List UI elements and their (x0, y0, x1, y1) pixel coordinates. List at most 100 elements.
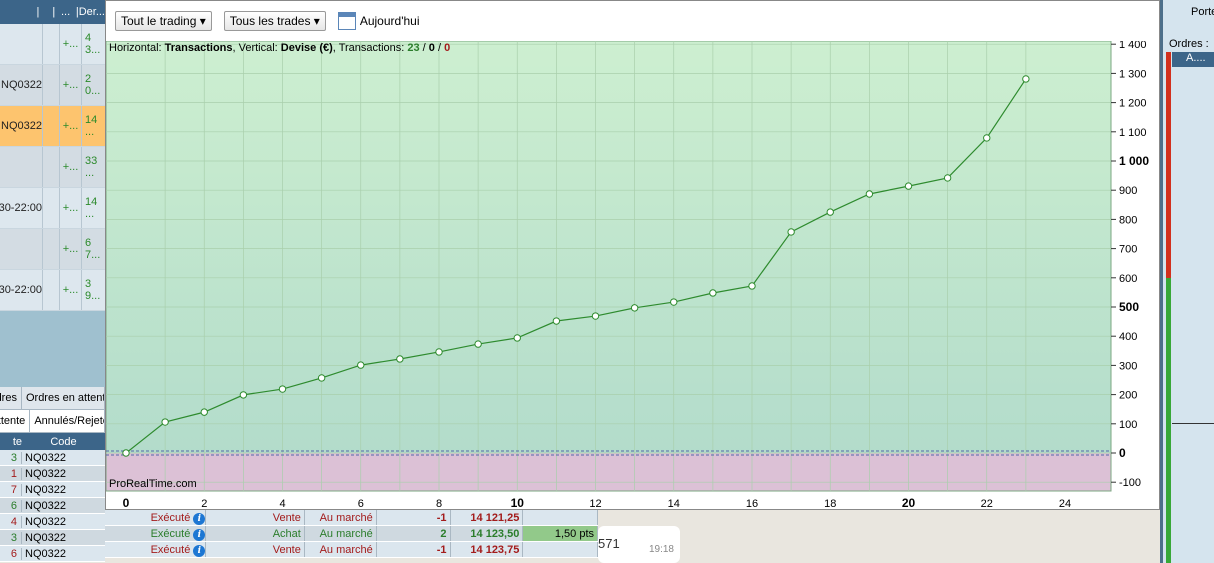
order-code: NQ0322 (25, 467, 66, 480)
x-tick-label: 14 (668, 498, 680, 510)
y-tick-label: 900 (1119, 185, 1137, 197)
order-type: Au marché (305, 542, 377, 557)
x-tick-label: 24 (1059, 498, 1071, 510)
x-tick-label: 18 (824, 498, 836, 510)
loss-zone (106, 453, 1111, 491)
loss-bar (1166, 52, 1171, 278)
tab-cancelled[interactable]: Annulés/Rejetés (30, 410, 105, 432)
calendar-icon[interactable] (337, 12, 356, 30)
data-point (904, 182, 913, 190)
order-row[interactable]: 4 NQ0322 (0, 514, 105, 530)
instrument-name: NQ0322 (1, 120, 42, 132)
last-price: 14 ... (81, 188, 105, 228)
change: +... (59, 147, 81, 187)
data-point (474, 340, 482, 348)
order-code: NQ0322 (25, 515, 66, 528)
execution-row[interactable]: Exécuté i Vente Au marché -1 14 121,25 (105, 510, 598, 526)
status: Exécuté (150, 544, 191, 556)
portfolio-panel: Porte Ordres : A.... (1160, 0, 1214, 563)
equity-curve-window: Tout le trading ▾ Tous les trades ▾ Aujo… (105, 0, 1160, 510)
watchlist-row[interactable]: +... 4 3... (0, 24, 105, 65)
execution-row[interactable]: Exécuté i Vente Au marché -1 14 123,75 (105, 542, 598, 558)
x-tick-label: 16 (746, 498, 758, 510)
order-qty: 4 (0, 515, 22, 528)
data-point (787, 228, 795, 236)
watchlist-row[interactable]: NQ0322 +... 14 ... (0, 106, 105, 147)
order-row[interactable]: 6 NQ0322 (0, 546, 105, 562)
order-row[interactable]: 3 NQ0322 (0, 450, 105, 466)
y-tick-label: 700 (1119, 244, 1137, 256)
quantity: -1 (377, 542, 451, 557)
data-point (709, 289, 717, 297)
last-price: 33 ... (81, 147, 105, 187)
x-tick-label: 20 (902, 496, 916, 510)
data-point (278, 385, 287, 393)
x-tick-label: 12 (589, 498, 601, 510)
data-point (943, 174, 952, 182)
points: 1,50 pts (523, 526, 598, 541)
info-icon[interactable]: i (193, 529, 206, 541)
info-icon[interactable]: i (193, 513, 206, 525)
side: Achat (206, 526, 305, 541)
y-tick-label: 200 (1119, 390, 1137, 402)
data-point (865, 190, 874, 198)
instrument-name: 15:30-22:00 (0, 202, 42, 214)
execution-row[interactable]: Exécuté i Achat Au marché 2 14 123,50 1,50 pts (105, 526, 598, 542)
data-point (983, 134, 991, 142)
order-type: Au marché (305, 526, 377, 541)
order-row[interactable]: 3 NQ0322 (0, 530, 105, 546)
data-point (748, 282, 756, 290)
order-qty: 6 (0, 547, 22, 560)
order-row[interactable]: 1 NQ0322 (0, 466, 105, 482)
data-point (552, 317, 561, 325)
status: Exécuté (150, 512, 191, 524)
price: 14 121,25 (451, 510, 524, 525)
change: +... (59, 188, 81, 228)
watchlist-row[interactable]: +... 33 ... (0, 147, 105, 188)
x-tick-label: 4 (279, 498, 285, 510)
watchlist-row[interactable]: +... 6 7... (0, 229, 105, 270)
y-tick-label: 1 300 (1119, 68, 1147, 80)
order-row[interactable]: 6 NQ0322 (0, 498, 105, 514)
info-icon[interactable]: i (193, 545, 206, 557)
chat-bubble: 571 19:18 (598, 526, 680, 563)
watermark: ProRealTime.com (109, 478, 197, 490)
watchlist-row[interactable]: 15:30-22:00 +...14 ... (0, 188, 105, 229)
data-point (396, 355, 404, 363)
data-point (513, 334, 521, 342)
order-code: NQ0322 (25, 531, 66, 544)
watchlist-row[interactable]: NQ0322 +... 2 0... (0, 65, 105, 106)
tab-pending-orders[interactable]: Ordres en attente (22, 387, 105, 409)
trading-filter-dropdown[interactable]: Tout le trading ▾ (115, 11, 212, 31)
y-tick-label: -100 (1119, 477, 1141, 489)
order-qty: 7 (0, 483, 22, 496)
order-qty: 1 (0, 467, 22, 480)
chart-legend: Horizontal: Transactions, Vertical: Devi… (109, 42, 451, 54)
y-tick-label: 800 (1119, 214, 1137, 226)
tab-executed[interactable]: Exécuté / En attente (0, 410, 31, 432)
x-tick-label: 0 (123, 496, 130, 510)
x-tick-label: 2 (201, 498, 207, 510)
data-point (591, 312, 600, 320)
order-code: NQ0322 (25, 451, 66, 464)
orders-table: Exécuté i Vente Au marché -1 14 121,25 Exécuté… (105, 510, 598, 563)
y-tick-label: 600 (1119, 273, 1137, 285)
data-point (357, 361, 365, 369)
trades-filter-dropdown[interactable]: Tous les trades ▾ (223, 11, 326, 31)
change: +... (59, 24, 81, 64)
x-tick-label: 22 (981, 498, 993, 510)
watchlist-row[interactable]: 15:30-22:00 +...3 9... (0, 270, 105, 311)
date-range-label[interactable]: Aujourd'hui (360, 14, 420, 28)
watchlist-header: | | ... |Der... (0, 0, 105, 24)
instrument-name: NQ0322 (1, 79, 42, 91)
change: +... (59, 65, 81, 105)
y-tick-label: 1 000 (1119, 154, 1149, 168)
orders-panel: OrdresOrdres en attente Exécuté / En att… (0, 387, 105, 562)
points (523, 542, 598, 557)
tab-orders[interactable]: Ordres (0, 387, 22, 409)
quantity: 2 (377, 526, 451, 541)
instrument-name: 15:30-22:00 (0, 284, 42, 296)
data-point (161, 418, 169, 426)
order-row[interactable]: 7 NQ0322 (0, 482, 105, 498)
data-point (239, 391, 248, 399)
